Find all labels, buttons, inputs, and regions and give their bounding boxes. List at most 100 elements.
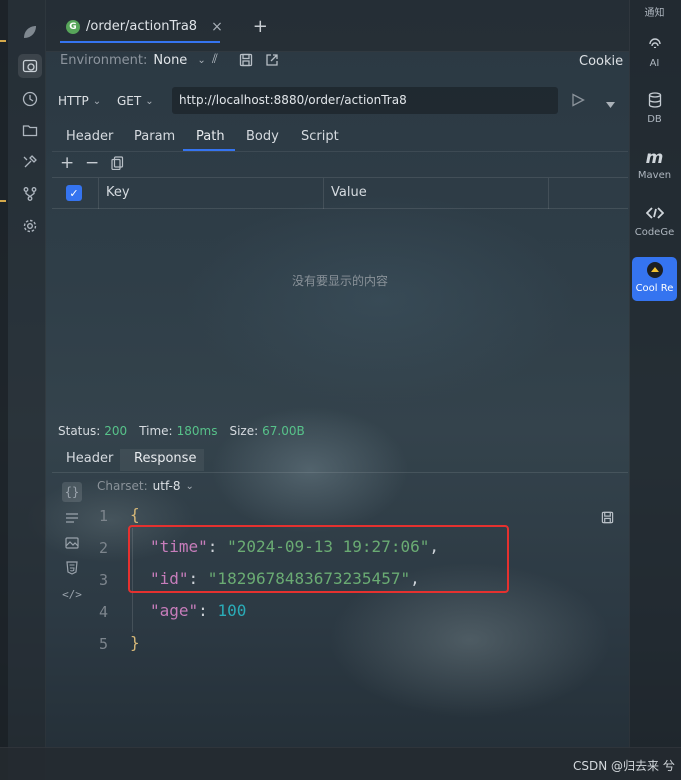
chevron-down-icon: ⌄: [145, 95, 154, 107]
add-row-button[interactable]: +: [60, 153, 74, 173]
active-tab-underline: [60, 41, 220, 43]
marker-line: [0, 200, 6, 202]
chevron-down-icon: ⌄: [197, 55, 206, 66]
active-tab-bg: [120, 449, 204, 471]
select-all-checkbox[interactable]: ✓: [66, 185, 82, 201]
divider: [52, 472, 628, 473]
text-view-icon[interactable]: [62, 508, 82, 528]
status-label: Status:: [58, 424, 101, 438]
chevron-down-icon: ⌄: [92, 95, 102, 107]
folder-icon[interactable]: [18, 118, 42, 142]
time-value: 180ms: [176, 424, 218, 438]
right-toolbar: 通知 AI DB m Maven CodeGe Cool Re: [629, 0, 681, 780]
status-value: 200: [104, 424, 128, 438]
new-tab-button[interactable]: +: [253, 16, 268, 37]
tab-path[interactable]: Path: [196, 129, 225, 144]
chevron-down-icon: ⌄: [185, 480, 194, 492]
cool-request-button[interactable]: Cool Re: [632, 257, 677, 301]
json-value: 100: [217, 601, 247, 620]
line-number: 2: [98, 539, 108, 557]
remove-row-button[interactable]: −: [85, 153, 99, 173]
clock-icon[interactable]: [18, 87, 42, 111]
database-button[interactable]: DB: [632, 92, 677, 125]
json-view-icon[interactable]: {}: [62, 482, 82, 502]
tab-order-action[interactable]: G /order/actionTra8 × +: [66, 16, 268, 37]
tab-title: /order/actionTra8: [86, 19, 198, 34]
tools-icon[interactable]: [18, 150, 42, 174]
maven-label: Maven: [637, 170, 672, 181]
ai-swirl-icon: [632, 36, 677, 56]
key-column: Key: [99, 178, 324, 209]
database-label: DB: [647, 114, 662, 125]
notifications-button[interactable]: 通知: [632, 4, 677, 19]
globe-icon: G: [66, 19, 80, 34]
environment-label: Environment:: [60, 53, 148, 68]
codegee-label: CodeGe: [634, 227, 675, 238]
json-line-age: "age": 100: [150, 601, 246, 620]
highlight-box: [128, 525, 509, 593]
save-response-icon[interactable]: [601, 511, 614, 527]
tab-bar: G /order/actionTra8 × +: [46, 0, 629, 52]
send-options-icon[interactable]: [606, 97, 615, 111]
watermark: CSDN @归去来 兮: [573, 759, 675, 773]
json-key: "age": [150, 601, 199, 620]
charset-selector[interactable]: Charset: utf-8 ⌄: [97, 479, 194, 493]
code-format-icon[interactable]: ⫽: [212, 52, 219, 67]
url-value: http://localhost:8880/order/actionTra8: [179, 93, 407, 107]
environment-selector[interactable]: Environment: None ⌄: [60, 53, 206, 68]
size-label: Size:: [229, 424, 259, 438]
leaf-icon[interactable]: [18, 20, 42, 44]
gutter-edge: [0, 0, 8, 780]
url-input[interactable]: http://localhost:8880/order/actionTra8: [172, 87, 558, 114]
json-sep: :: [198, 601, 218, 620]
maven-button[interactable]: m Maven: [632, 148, 677, 181]
left-toolbar: [0, 0, 46, 780]
tab-header[interactable]: Header: [66, 129, 113, 144]
notifications-label: 通知: [644, 8, 665, 19]
codegee-icon: [632, 205, 677, 225]
tab-body[interactable]: Body: [246, 129, 279, 144]
cool-request-icon: [632, 261, 677, 281]
ai-label: AI: [649, 58, 660, 69]
ai-button[interactable]: AI: [632, 36, 677, 69]
send-button[interactable]: [571, 93, 585, 110]
line-number: 1: [98, 507, 108, 525]
codegee-button[interactable]: CodeGe: [632, 205, 677, 238]
html5-icon[interactable]: [62, 558, 82, 578]
environment-value: None: [153, 53, 188, 68]
cool-request-label: Cool Re: [635, 283, 674, 294]
image-view-icon[interactable]: [62, 533, 82, 553]
charset-value: utf-8: [152, 479, 181, 493]
response-status: Status: 200 Time: 180ms Size: 67.00B: [58, 424, 305, 438]
protocol-selector[interactable]: HTTP ⌄: [58, 94, 101, 108]
tab-script[interactable]: Script: [301, 129, 339, 144]
value-header: Value: [331, 185, 367, 200]
xml-view-icon[interactable]: </>: [62, 584, 82, 604]
empty-table-text: 没有要显示的内容: [292, 274, 389, 288]
charset-label: Charset:: [97, 479, 148, 493]
method-selector[interactable]: GET ⌄: [117, 94, 154, 108]
tab-param[interactable]: Param: [134, 129, 175, 144]
web-request-icon[interactable]: [18, 54, 42, 78]
cookie-button[interactable]: Cookie: [579, 54, 623, 69]
close-icon[interactable]: ×: [211, 19, 223, 35]
time-label: Time:: [139, 424, 173, 438]
settings-icon[interactable]: [18, 214, 42, 238]
protocol-value: HTTP: [58, 94, 89, 108]
maven-icon: m: [645, 148, 664, 168]
line-number: 5: [98, 635, 108, 653]
json-open-brace: {: [130, 505, 140, 524]
database-icon: [632, 92, 677, 112]
key-header: Key: [106, 185, 130, 200]
value-column: Value: [324, 178, 549, 209]
open-external-icon[interactable]: [265, 53, 279, 70]
line-number: 3: [98, 571, 108, 589]
method-value: GET: [117, 94, 142, 108]
line-number: 4: [98, 603, 108, 621]
branch-icon[interactable]: [18, 182, 42, 206]
copy-icon[interactable]: [111, 156, 124, 173]
tab-response-header[interactable]: Header: [66, 451, 113, 466]
json-close-brace: }: [130, 633, 140, 652]
marker-line: [0, 40, 6, 42]
save-icon[interactable]: [239, 53, 253, 70]
